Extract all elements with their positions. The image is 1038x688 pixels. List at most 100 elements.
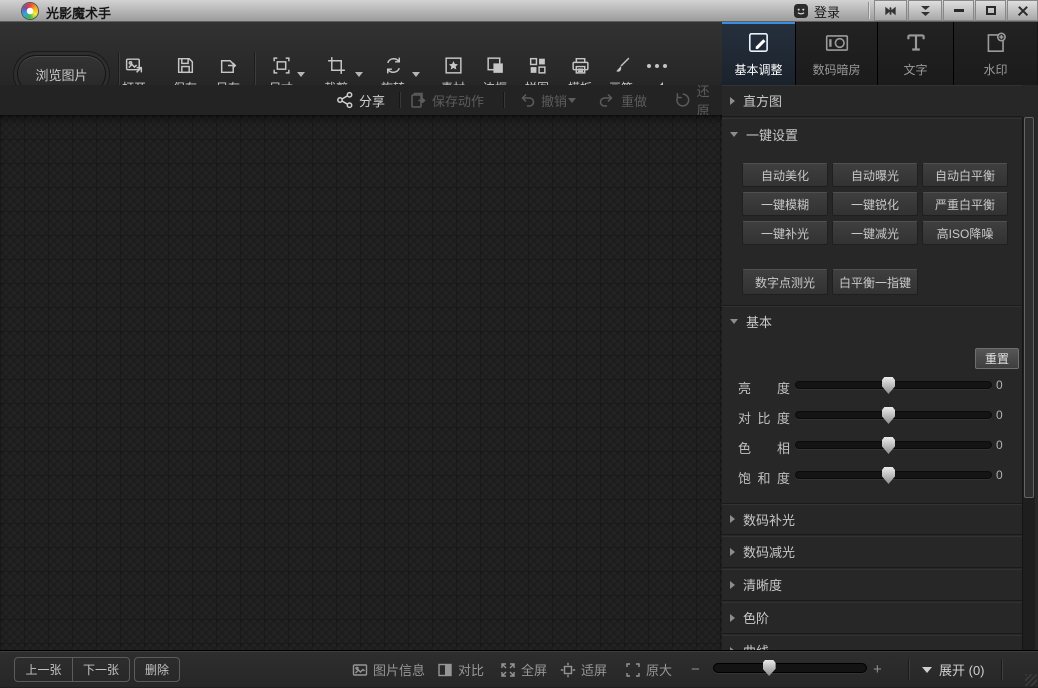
tab-basic-adjust[interactable]: 基本调整 xyxy=(722,22,795,85)
expanded-arrow-icon xyxy=(730,319,738,324)
contrast-value: 0 xyxy=(996,408,1003,422)
high-iso-denoise-button[interactable]: 高ISO降噪 xyxy=(922,221,1008,245)
zoom-slider[interactable] xyxy=(713,660,867,676)
panel-scrollbar[interactable] xyxy=(1022,117,1035,650)
zoom-in-button[interactable]: + xyxy=(873,651,882,688)
fullscreen-label: 全屏 xyxy=(521,663,548,678)
fit-screen-button[interactable]: 适屏 xyxy=(560,651,607,688)
restore-button[interactable]: 还原 xyxy=(674,84,722,118)
tab-digital-darkroom[interactable]: 数码暗房 xyxy=(795,22,877,85)
undo-dropdown-arrow[interactable] xyxy=(568,98,576,103)
text-T-icon xyxy=(906,34,925,51)
save-action-button[interactable]: 保存动作 xyxy=(409,85,484,115)
share-icon xyxy=(337,91,353,109)
skin-icon xyxy=(885,6,896,15)
compare-label: 对比 xyxy=(458,663,485,678)
collage-grid-icon xyxy=(529,57,546,74)
original-size-button[interactable]: 原大 xyxy=(625,651,672,688)
double-chevron-down-icon xyxy=(920,5,930,16)
expand-panel-button[interactable]: 展开 (0) xyxy=(922,651,985,688)
image-info-button[interactable]: 图片信息 xyxy=(352,651,425,688)
section-basic[interactable]: 基本 xyxy=(722,305,1022,337)
section-curves[interactable]: 曲线 xyxy=(722,635,1022,650)
expand-arrow-icon xyxy=(922,666,932,673)
fullscreen-button[interactable]: 全屏 xyxy=(500,651,547,688)
login-label: 登录 xyxy=(814,4,841,20)
actionbar-separator xyxy=(399,92,400,108)
hue-slider[interactable] xyxy=(795,437,992,454)
section-histogram[interactable]: 直方图 xyxy=(722,85,1022,117)
previous-image-button[interactable]: 上一张 xyxy=(15,658,72,681)
delete-button[interactable]: 删除 xyxy=(134,657,181,682)
zoom-out-button[interactable]: − xyxy=(691,651,700,688)
original-size-label: 原大 xyxy=(646,663,673,678)
one-key-fill-light-button[interactable]: 一键补光 xyxy=(742,221,828,245)
contrast-slider-handle[interactable] xyxy=(882,407,895,424)
section-curves-label: 曲线 xyxy=(743,641,769,650)
undo-button[interactable]: 撤销 xyxy=(518,85,567,115)
redo-icon xyxy=(599,93,613,107)
browse-images-label: 浏览图片 xyxy=(35,67,88,83)
crop-icon xyxy=(327,57,345,74)
collapsed-arrow-icon xyxy=(730,547,735,556)
hue-slider-handle[interactable] xyxy=(882,437,895,454)
section-levels[interactable]: 色阶 xyxy=(722,602,1022,634)
auto-white-balance-button[interactable]: 自动白平衡 xyxy=(922,163,1008,187)
compare-button[interactable]: 对比 xyxy=(437,651,484,688)
titlebar: 光影魔术手 登录 xyxy=(0,0,1038,22)
section-clarity[interactable]: 清晰度 xyxy=(722,569,1022,601)
restore-label: 还原 xyxy=(696,84,710,118)
section-digital-fill-light[interactable]: 数码补光 xyxy=(722,503,1022,535)
statusbar-separator xyxy=(908,659,909,680)
severe-white-balance-button[interactable]: 严重白平衡 xyxy=(922,192,1008,216)
brightness-slider[interactable] xyxy=(795,377,992,394)
resize-icon xyxy=(272,57,290,74)
login-button[interactable]: 登录 xyxy=(793,2,840,20)
tab-watermark-label: 水印 xyxy=(983,63,1008,77)
maximize-icon xyxy=(985,6,996,15)
saturation-slider-handle[interactable] xyxy=(882,467,895,484)
next-image-button[interactable]: 下一张 xyxy=(72,658,129,681)
adjust-panel: 直方图 一键设置 自动美化 自动曝光 自动白平衡 一键模糊 一键锐化 严重白平衡… xyxy=(722,85,1038,650)
brightness-slider-handle[interactable] xyxy=(882,377,895,394)
one-key-blur-button[interactable]: 一键模糊 xyxy=(742,192,828,216)
auto-exposure-button[interactable]: 自动曝光 xyxy=(832,163,918,187)
brightness-value: 0 xyxy=(996,378,1003,392)
main-menu-button[interactable] xyxy=(908,0,942,21)
collapsed-arrow-icon xyxy=(730,515,735,523)
one-key-sharpen-button[interactable]: 一键锐化 xyxy=(832,192,918,216)
close-button[interactable] xyxy=(1007,0,1038,21)
redo-button[interactable]: 重做 xyxy=(598,85,647,115)
section-levels-label: 色阶 xyxy=(743,611,770,626)
rotate-dropdown-arrow[interactable] xyxy=(412,72,420,77)
white-balance-one-touch-button[interactable]: 白平衡一指键 xyxy=(832,269,918,295)
section-clarity-label: 清晰度 xyxy=(743,578,783,593)
maximize-button[interactable] xyxy=(975,0,1006,21)
collapsed-arrow-icon xyxy=(730,580,735,589)
share-button[interactable]: 分享 xyxy=(336,85,385,115)
resize-grip[interactable] xyxy=(1025,674,1037,686)
tab-text[interactable]: 文字 xyxy=(877,22,953,85)
section-digital-dim-light[interactable]: 数码减光 xyxy=(722,536,1022,568)
section-basic-label: 基本 xyxy=(746,315,773,330)
image-canvas[interactable] xyxy=(0,115,722,650)
contrast-slider[interactable] xyxy=(795,407,992,424)
minimize-button[interactable] xyxy=(943,0,974,21)
auto-beautify-button[interactable]: 自动美化 xyxy=(742,163,828,187)
save-action-label: 保存动作 xyxy=(432,93,485,109)
crop-dropdown-arrow[interactable] xyxy=(355,72,363,77)
tab-digital-darkroom-label: 数码暗房 xyxy=(812,63,861,77)
section-onekey[interactable]: 一键设置 xyxy=(722,118,1022,150)
digital-spot-metering-button[interactable]: 数字点测光 xyxy=(742,269,828,295)
skin-button[interactable] xyxy=(874,0,907,21)
tab-watermark[interactable]: 水印 xyxy=(953,22,1037,85)
panel-scrollbar-thumb[interactable] xyxy=(1024,117,1034,498)
one-key-dim-light-button[interactable]: 一键减光 xyxy=(832,221,918,245)
open-icon xyxy=(125,58,142,73)
reset-button[interactable]: 重置 xyxy=(975,348,1019,369)
resize-dropdown-arrow[interactable] xyxy=(297,72,305,77)
undo-icon xyxy=(521,93,535,107)
saturation-slider[interactable] xyxy=(795,467,992,484)
more-dots-icon xyxy=(647,64,651,68)
contrast-slider-row: 对比度 0 xyxy=(722,400,1022,430)
